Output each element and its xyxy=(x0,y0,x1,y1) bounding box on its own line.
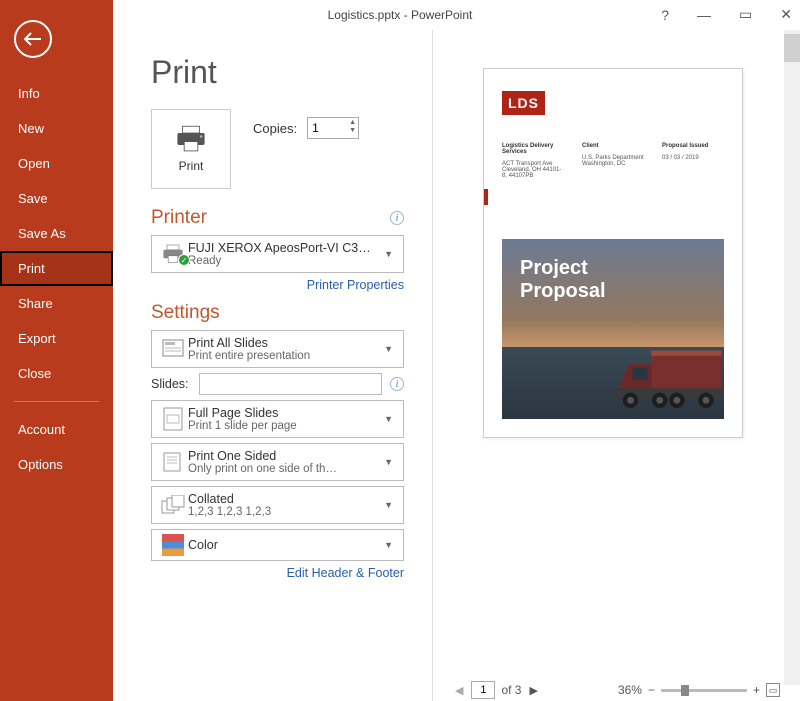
printer-section-title: Printer xyxy=(151,207,207,229)
layout-selector[interactable]: Full Page Slides Print 1 slide per page … xyxy=(151,400,404,438)
one-sided-icon xyxy=(162,451,184,473)
help-icon[interactable]: ? xyxy=(661,7,669,23)
chevron-down-icon: ▼ xyxy=(380,344,397,354)
restore-button[interactable]: ▭ xyxy=(739,6,752,23)
sidebar-item-print[interactable]: Print xyxy=(0,251,113,286)
preview-scrollbar[interactable] xyxy=(784,30,800,685)
edit-header-footer-link[interactable]: Edit Header & Footer xyxy=(151,566,404,580)
zoom-percent: 36% xyxy=(618,683,642,697)
printer-ready-icon: ✓ xyxy=(178,254,190,266)
sidebar-item-close[interactable]: Close xyxy=(0,356,113,391)
printer-info-icon[interactable]: i xyxy=(390,211,404,225)
slides-all-icon xyxy=(162,339,184,359)
truck-icon xyxy=(610,343,724,413)
sides-sub: Only print on one side of th… xyxy=(188,463,380,475)
print-settings-pane: Print Print Copies: ▲▼ Printer xyxy=(113,30,433,701)
sidebar-item-info[interactable]: Info xyxy=(0,76,113,111)
print-what-sub: Print entire presentation xyxy=(188,350,380,362)
minimize-button[interactable]: — xyxy=(697,7,711,23)
chevron-down-icon: ▼ xyxy=(380,414,397,424)
print-what-title: Print All Slides xyxy=(188,336,380,350)
collate-sub: 1,2,3 1,2,3 1,2,3 xyxy=(188,506,380,518)
sidebar-item-open[interactable]: Open xyxy=(0,146,113,181)
prev-page-button[interactable]: ◀ xyxy=(453,684,465,697)
sides-title: Print One Sided xyxy=(188,449,380,463)
sides-selector[interactable]: Print One Sided Only print on one side o… xyxy=(151,443,404,481)
preview-footer: ◀ of 3 ▶ 36% − + ▭ xyxy=(453,679,780,701)
print-preview-pane: LDS Logistics Delivery ServicesACT Trans… xyxy=(433,30,800,701)
copies-label: Copies: xyxy=(253,121,297,136)
collate-title: Collated xyxy=(188,492,380,506)
printer-status: Ready xyxy=(188,255,380,267)
collate-selector[interactable]: Collated 1,2,3 1,2,3 1,2,3 ▼ xyxy=(151,486,404,524)
sidebar-item-share[interactable]: Share xyxy=(0,286,113,321)
back-arrow-icon xyxy=(24,32,42,46)
printer-name: FUJI XEROX ApeosPort-VI C3… xyxy=(188,241,380,255)
sidebar-separator xyxy=(14,401,99,402)
chevron-down-icon: ▼ xyxy=(380,540,397,550)
print-what-selector[interactable]: Print All Slides Print entire presentati… xyxy=(151,330,404,368)
color-swatch-icon xyxy=(162,534,184,556)
zoom-slider[interactable] xyxy=(661,689,747,692)
slides-info-icon[interactable]: i xyxy=(390,377,404,391)
titlebar: Logistics.pptx - PowerPoint ? — ▭ ✕ xyxy=(0,0,800,30)
printer-selector[interactable]: ✓ FUJI XEROX ApeosPort-VI C3… Ready ▼ xyxy=(151,235,404,273)
preview-hero: ProjectProposal xyxy=(502,239,724,419)
zoom-in-button[interactable]: + xyxy=(753,683,760,697)
printer-icon xyxy=(174,125,208,153)
print-button[interactable]: Print xyxy=(151,109,231,189)
layout-title: Full Page Slides xyxy=(188,406,380,420)
copies-stepper[interactable]: ▲▼ xyxy=(307,117,359,139)
color-title: Color xyxy=(188,538,380,552)
slides-range-input[interactable] xyxy=(199,373,382,395)
copies-input[interactable] xyxy=(312,121,342,135)
copies-down-icon[interactable]: ▼ xyxy=(349,127,356,135)
backstage-sidebar: InfoNewOpenSaveSave AsPrintShareExportCl… xyxy=(0,0,113,701)
sidebar-item-export[interactable]: Export xyxy=(0,321,113,356)
preview-page: LDS Logistics Delivery ServicesACT Trans… xyxy=(483,68,743,438)
print-button-label: Print xyxy=(179,159,204,173)
chevron-down-icon: ▼ xyxy=(380,249,397,259)
sidebar-item-account[interactable]: Account xyxy=(0,412,113,447)
page-total-label: of 3 xyxy=(501,683,521,697)
slides-range-label: Slides: xyxy=(151,377,191,391)
printer-properties-link[interactable]: Printer Properties xyxy=(151,278,404,292)
chevron-down-icon: ▼ xyxy=(380,500,397,510)
page-number-input[interactable] xyxy=(471,681,495,699)
settings-section-title: Settings xyxy=(151,302,220,324)
color-selector[interactable]: Color ▼ xyxy=(151,529,404,561)
zoom-fit-button[interactable]: ▭ xyxy=(766,683,780,697)
next-page-button[interactable]: ▶ xyxy=(527,684,539,697)
close-button[interactable]: ✕ xyxy=(780,6,792,23)
copies-up-icon[interactable]: ▲ xyxy=(349,119,356,127)
sidebar-item-options[interactable]: Options xyxy=(0,447,113,482)
preview-accent-bar xyxy=(484,189,488,205)
sidebar-item-save-as[interactable]: Save As xyxy=(0,216,113,251)
preview-logo-badge: LDS xyxy=(502,91,545,115)
sidebar-item-save[interactable]: Save xyxy=(0,181,113,216)
full-page-icon xyxy=(163,407,183,431)
chevron-down-icon: ▼ xyxy=(380,457,397,467)
collated-icon xyxy=(161,495,185,515)
window-title: Logistics.pptx - PowerPoint xyxy=(328,8,473,22)
page-title: Print xyxy=(151,54,404,91)
zoom-out-button[interactable]: − xyxy=(648,683,655,697)
sidebar-item-new[interactable]: New xyxy=(0,111,113,146)
layout-sub: Print 1 slide per page xyxy=(188,420,380,432)
